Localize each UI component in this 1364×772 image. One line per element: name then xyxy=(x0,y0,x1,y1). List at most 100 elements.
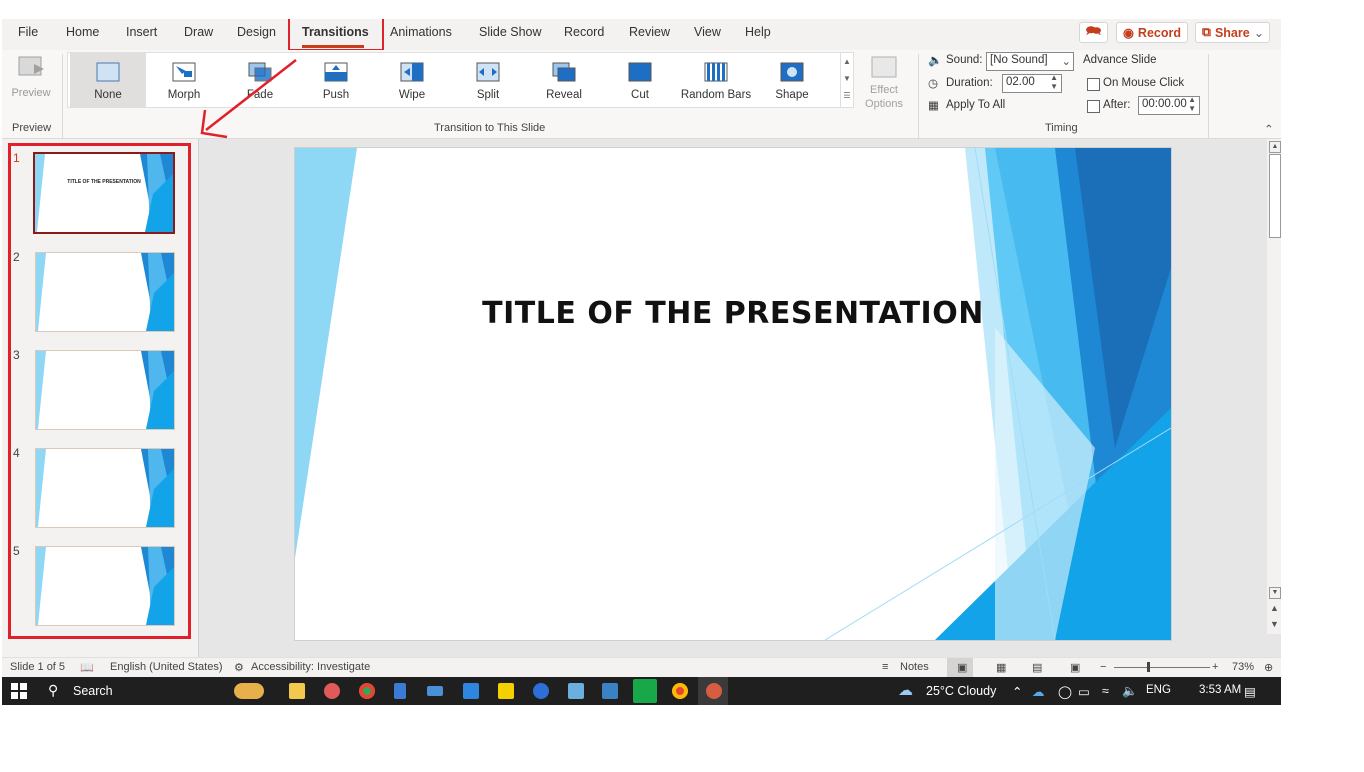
transition-morph[interactable]: Morph xyxy=(146,53,222,107)
transition-split[interactable]: Split xyxy=(450,53,526,107)
preview-button[interactable]: Preview xyxy=(8,54,54,102)
on-mouse-click-checkbox[interactable] xyxy=(1087,78,1100,91)
zoom-level[interactable]: 73% xyxy=(1232,661,1254,673)
windows-start-icon[interactable] xyxy=(11,683,27,699)
clock[interactable]: 3:53 AM xyxy=(1199,684,1241,696)
sound-dropdown[interactable]: [No Sound] ⌄ xyxy=(986,52,1074,71)
tab-file[interactable]: File xyxy=(18,25,38,39)
play-app-icon[interactable] xyxy=(633,679,657,703)
random-bars-transition-icon xyxy=(704,62,728,82)
scroll-thumb[interactable] xyxy=(1269,154,1281,238)
cloud-icon: ☁ xyxy=(898,682,913,699)
scroll-down-icon[interactable]: ▼ xyxy=(1269,587,1281,599)
slide-count[interactable]: Slide 1 of 5 xyxy=(10,661,65,673)
zoom-slider-thumb[interactable] xyxy=(1147,662,1150,672)
notes-button[interactable]: Notes xyxy=(900,661,929,673)
meet-icon[interactable]: ◯ xyxy=(1058,684,1072,699)
tab-slide-show[interactable]: Slide Show xyxy=(479,25,542,39)
widget-icon[interactable] xyxy=(234,683,264,699)
next-slide-icon[interactable]: ▼ xyxy=(1270,619,1279,629)
tab-home[interactable]: Home xyxy=(66,25,99,39)
collapse-ribbon-icon[interactable]: ⌃ xyxy=(1264,122,1274,136)
battery-icon[interactable]: ▭ xyxy=(1078,684,1090,699)
transition-push[interactable]: Push xyxy=(298,53,374,107)
duration-spinner[interactable]: 02.00 ▲ ▼ xyxy=(1002,73,1062,93)
transition-cut[interactable]: Cut xyxy=(602,53,678,107)
onedrive-icon[interactable]: ☁ xyxy=(1032,684,1045,699)
transition-none[interactable]: None xyxy=(70,53,146,107)
volume-icon[interactable]: 🔈 xyxy=(1122,684,1138,699)
accessibility-status[interactable]: Accessibility: Investigate xyxy=(251,661,370,673)
transition-label: Cut xyxy=(631,89,649,101)
tab-draw[interactable]: Draw xyxy=(184,25,213,39)
record-button[interactable]: ◉ Record xyxy=(1116,22,1188,43)
apply-to-all-button[interactable]: Apply To All xyxy=(946,99,1005,111)
remote-desktop-icon[interactable] xyxy=(463,683,479,699)
tab-record[interactable]: Record xyxy=(564,25,604,39)
previous-slide-icon[interactable]: ▲ xyxy=(1270,603,1279,613)
notification-icon[interactable]: ▤ xyxy=(1244,684,1256,699)
transition-wipe[interactable]: Wipe xyxy=(374,53,450,107)
taskbar-search[interactable]: Search xyxy=(73,684,113,698)
slide-canvas[interactable]: TITLE OF THE PRESENTATION xyxy=(294,147,1172,641)
spelling-icon[interactable]: 📖 xyxy=(80,661,94,674)
calculator-icon[interactable] xyxy=(394,683,406,699)
tab-design[interactable]: Design xyxy=(237,25,276,39)
preview-icon xyxy=(18,56,44,76)
on-mouse-click-label: On Mouse Click xyxy=(1103,77,1185,89)
clock-icon: ◷ xyxy=(928,78,939,90)
effect-options-icon xyxy=(871,56,897,78)
slide-sorter-icon[interactable]: ▦ xyxy=(996,661,1006,674)
zoom-app-icon[interactable] xyxy=(533,683,549,699)
weather-text[interactable]: 25°C Cloudy xyxy=(926,684,996,698)
effect-options-button[interactable]: Effect Options xyxy=(858,56,910,112)
scroll-up-icon[interactable]: ▲ xyxy=(1269,141,1281,153)
tab-help[interactable]: Help xyxy=(745,25,771,39)
chevron-up-icon[interactable]: ⌃ xyxy=(1012,684,1022,699)
tab-insert[interactable]: Insert xyxy=(126,25,157,39)
gallery-scroll[interactable]: ▲ ▼ ☰ xyxy=(840,52,854,108)
after-checkbox[interactable] xyxy=(1087,100,1100,113)
transition-fade[interactable]: Fade xyxy=(222,53,298,107)
slideshow-view-icon[interactable]: ▣ xyxy=(1070,661,1080,674)
chevron-down-icon: ▼ xyxy=(843,74,851,83)
comments-button[interactable]: 🗪 xyxy=(1079,22,1108,43)
transitions-highlight-box xyxy=(288,19,384,51)
transition-shape[interactable]: Shape xyxy=(754,53,830,107)
sound-value: [No Sound] xyxy=(990,54,1048,66)
slide-thumbnail-pane[interactable]: 1 TITLE OF THE PRESENTATION 2 3 4 5 xyxy=(2,139,199,657)
accessibility-icon: ⚙ xyxy=(234,662,244,674)
reading-view-icon[interactable]: ▤ xyxy=(1032,661,1042,674)
zoom-out-icon[interactable]: − xyxy=(1100,661,1106,673)
sticky-notes-icon[interactable] xyxy=(498,683,514,699)
record-icon: ◉ xyxy=(1123,26,1134,40)
zoom-in-icon[interactable]: + xyxy=(1212,661,1218,673)
vertical-scrollbar[interactable]: ▲ ▼ ▲ ▼ xyxy=(1267,139,1281,634)
share-icon: ⧉ xyxy=(1202,25,1211,39)
language-indicator[interactable]: ENG xyxy=(1146,684,1171,696)
tab-review[interactable]: Review xyxy=(629,25,670,39)
shape-transition-icon xyxy=(780,62,804,82)
download-icon[interactable] xyxy=(602,683,618,699)
transition-random-bars[interactable]: Random Bars xyxy=(678,53,754,107)
chrome-profile-icon[interactable] xyxy=(672,683,688,699)
fit-to-window-icon[interactable]: ⊕ xyxy=(1264,661,1273,674)
transition-reveal[interactable]: Reveal xyxy=(526,53,602,107)
chrome-icon[interactable] xyxy=(359,683,375,699)
notepad-icon[interactable] xyxy=(568,683,584,699)
slide-title[interactable]: TITLE OF THE PRESENTATION xyxy=(295,296,1171,331)
file-explorer-icon[interactable] xyxy=(289,683,305,699)
fade-transition-icon xyxy=(248,62,272,82)
tab-animations[interactable]: Animations xyxy=(390,25,452,39)
morph-transition-icon xyxy=(172,62,196,82)
wifi-icon[interactable]: ≈ xyxy=(1102,684,1109,698)
paint-icon[interactable] xyxy=(324,683,340,699)
keyboard-icon[interactable] xyxy=(427,686,443,696)
share-button[interactable]: ⧉ Share ⌄ xyxy=(1195,22,1270,43)
zoom-slider-track[interactable] xyxy=(1114,667,1210,668)
language[interactable]: English (United States) xyxy=(110,661,223,673)
tab-view[interactable]: View xyxy=(694,25,721,39)
search-icon: ⚲ xyxy=(48,682,59,698)
after-label: After: xyxy=(1103,99,1131,111)
after-time-spinner[interactable]: 00:00.00 ▲ ▼ xyxy=(1138,95,1200,115)
